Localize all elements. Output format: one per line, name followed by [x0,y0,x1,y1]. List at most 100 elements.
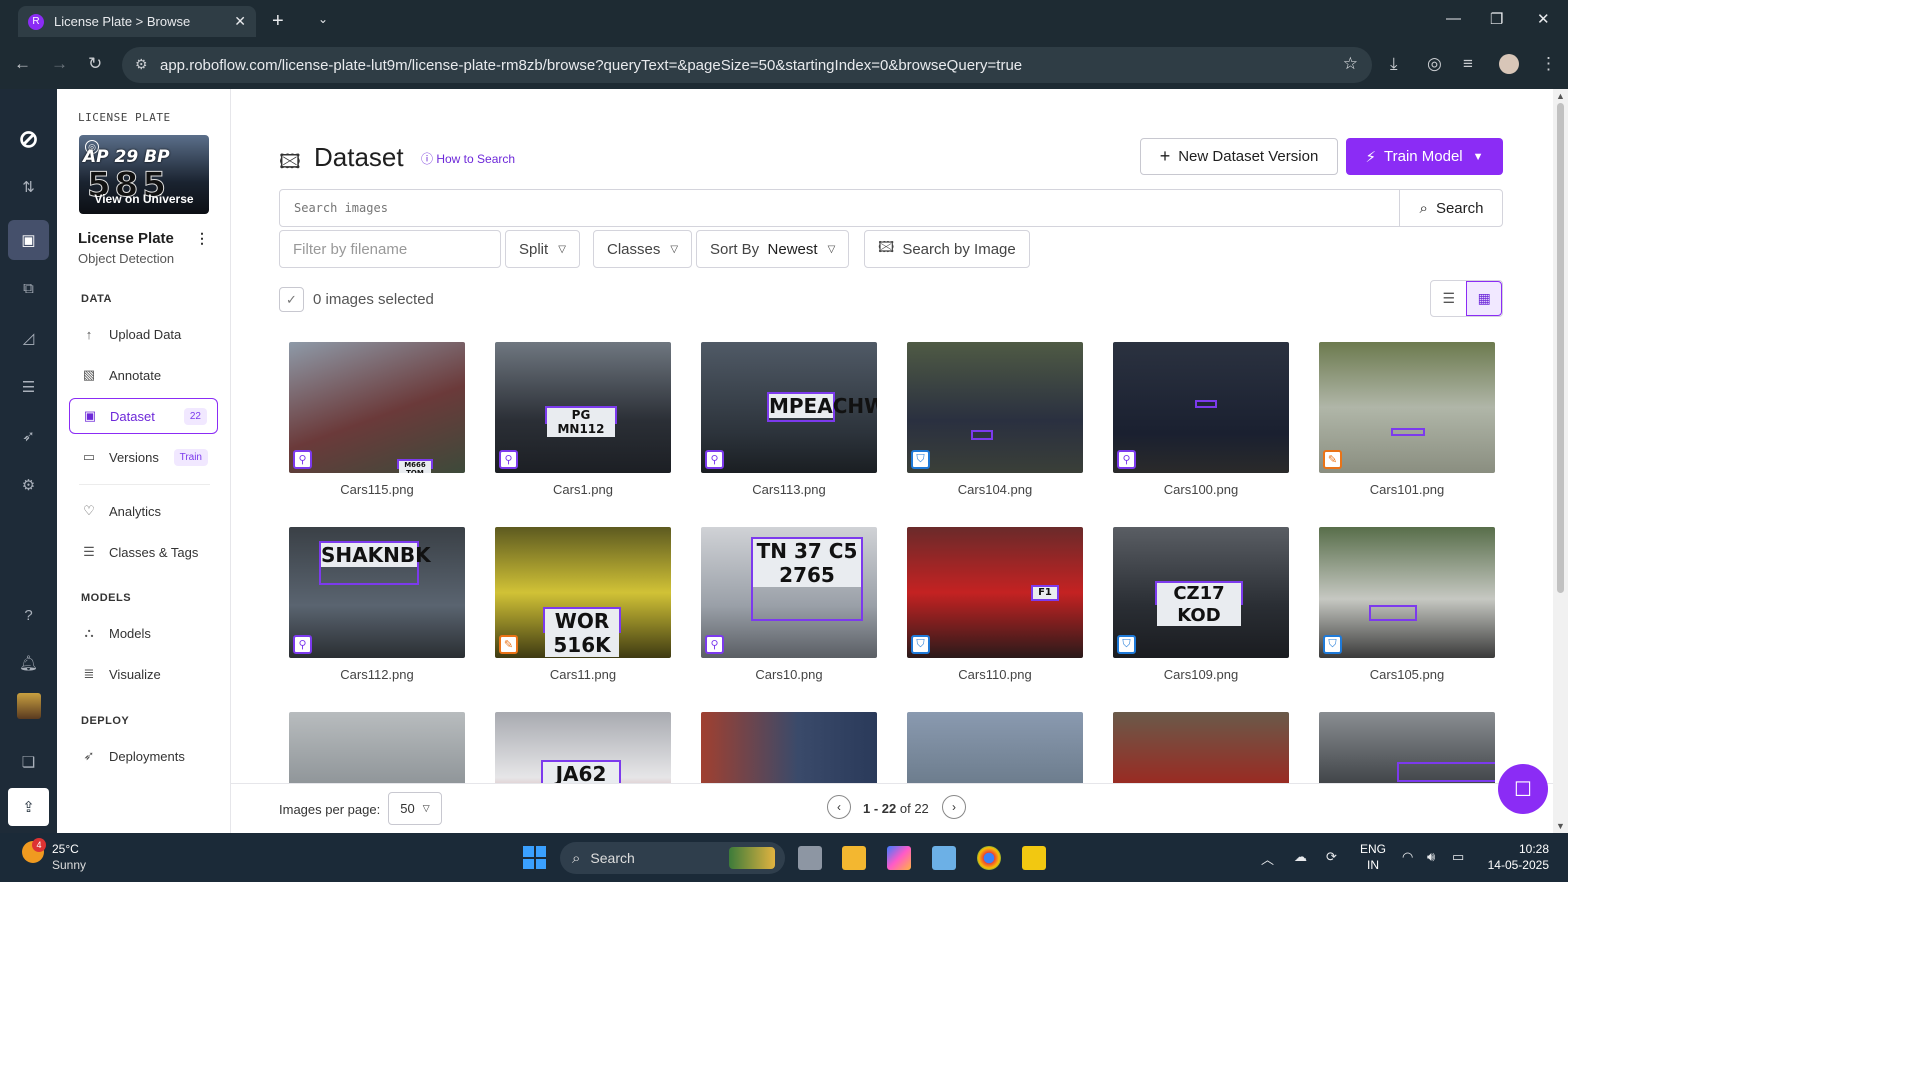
forward-icon[interactable]: → [51,54,68,74]
classes-dropdown[interactable]: Classes ▽ [593,230,693,268]
image-card[interactable]: ⚲ Cars100.png [1113,342,1289,497]
split-dropdown[interactable]: Split ▽ [505,230,580,268]
image-thumbnail[interactable] [1319,712,1495,783]
image-card[interactable]: ⛉ Cars104.png [907,342,1083,497]
onedrive-icon[interactable]: ☁ [1294,849,1307,865]
image-card[interactable]: SHAKNBK ⚲ Cars112.png [289,527,465,682]
image-card[interactable] [1113,712,1289,783]
show-hidden-icons[interactable]: ︿ [1261,849,1274,868]
tab-search-icon[interactable]: ⌄ [318,12,328,26]
sidebar-item-analytics[interactable]: ♡ Analytics [69,493,218,529]
image-card[interactable]: MPEACHW ⚲ Cars113.png [701,342,877,497]
extension-icon[interactable]: ◎ [1427,54,1442,74]
browser-menu-icon[interactable]: ⋮ [1540,54,1557,74]
close-window-icon[interactable]: ✕ [1537,10,1550,28]
sidebar-item-models[interactable]: ⛬ Models [69,615,218,651]
scroll-down-icon[interactable]: ▼ [1556,821,1565,831]
sidebar-item-annotate[interactable]: ▧ Annotate [69,357,218,393]
image-thumbnail[interactable] [1113,712,1289,783]
sidebar-item-classes-tags[interactable]: ☰ Classes & Tags [69,534,218,570]
image-thumbnail[interactable]: ⛉ [907,342,1083,473]
workspace-avatar[interactable] [17,693,41,719]
image-card[interactable]: JA62 UAR [495,712,671,783]
close-tab-icon[interactable]: ✕ [234,13,246,30]
monitoring-icon[interactable]: ◿ [0,329,57,347]
image-card[interactable]: WOR 516K ✎ Cars11.png [495,527,671,682]
upload-rail-button[interactable]: ⇪ [8,788,49,826]
new-dataset-version-button[interactable]: + New Dataset Version [1140,138,1338,175]
chrome-icon[interactable] [977,846,1001,870]
image-thumbnail[interactable]: PG MN112 ⚲ [495,342,671,473]
list-rail-icon[interactable]: ☰ [0,378,57,396]
list-view-icon[interactable]: ☰ [1431,281,1466,316]
image-card[interactable]: PG MN112 ⚲ Cars1.png [495,342,671,497]
image-thumbnail[interactable]: SHAKNBK ⚲ [289,527,465,658]
chat-support-button[interactable]: ☐ [1498,764,1548,814]
image-thumbnail[interactable]: WOR 516K ✎ [495,527,671,658]
image-thumbnail[interactable]: F1 ⛉ [907,527,1083,658]
sidebar-item-upload-data[interactable]: ↑ Upload Data [69,316,218,352]
page-scrollbar[interactable]: ▲ ▼ [1553,89,1568,833]
clock[interactable]: 10:28 14-05-2025 [1485,841,1549,873]
media-icon[interactable]: ≡ [1463,54,1473,74]
settings-rail-icon[interactable]: ⚙ [0,476,57,494]
image-thumbnail[interactable]: ✎ [1319,342,1495,473]
image-thumbnail[interactable]: TN 37 C5 2765 ⚲ [701,527,877,658]
file-explorer-icon[interactable] [842,846,866,870]
image-card[interactable]: F1 ⛉ Cars110.png [907,527,1083,682]
filename-filter-input[interactable]: Filter by filename [279,230,501,268]
image-card[interactable]: TN 37 C5 2765 ⚲ Cars10.png [701,527,877,682]
download-icon[interactable]: ⤓ [1390,54,1398,74]
image-card[interactable]: CZ17 KOD ⛉ Cars109.png [1113,527,1289,682]
image-thumbnail[interactable] [701,712,877,783]
image-thumbnail[interactable]: ⛉ [1319,527,1495,658]
per-page-select[interactable]: 50 ▽ [388,792,442,825]
project-menu-icon[interactable]: ⋮ [195,230,209,247]
next-page-button[interactable]: › [942,795,966,819]
back-icon[interactable]: ← [14,54,31,74]
image-card[interactable] [289,712,465,783]
sync-icon[interactable]: ⟳ [1326,849,1337,865]
search-by-image-button[interactable]: 🖾 Search by Image [864,230,1030,268]
search-input[interactable] [280,190,1399,226]
copilot-icon[interactable] [887,846,911,870]
image-thumbnail[interactable]: CZ17 KOD ⛉ [1113,527,1289,658]
workflows-icon[interactable]: ⧉ [0,280,57,297]
select-all-checkbox[interactable]: ✓ [279,287,304,312]
restore-icon[interactable]: ❐ [1490,10,1503,28]
prev-page-button[interactable]: ‹ [827,795,851,819]
dataset-rail-icon[interactable]: ▣ [8,220,49,260]
image-card[interactable]: ⛉ Cars105.png [1319,527,1495,682]
browser-tab[interactable]: R License Plate > Browse ✕ [18,6,256,37]
docs-icon[interactable]: ❏ [0,753,57,771]
image-thumbnail[interactable] [289,712,465,783]
scrollbar-thumb[interactable] [1557,103,1564,593]
help-icon[interactable]: ? [0,607,57,624]
image-thumbnail[interactable]: MPEACHW ⚲ [701,342,877,473]
scroll-up-icon[interactable]: ▲ [1556,91,1565,101]
how-to-search-link[interactable]: ⓘ How to Search [421,150,515,167]
site-info-icon[interactable]: ⚙ [135,56,148,73]
image-card[interactable] [701,712,877,783]
reload-icon[interactable]: ↻ [88,54,102,74]
profile-avatar[interactable] [1499,54,1519,74]
switch-project-icon[interactable]: ⇅ [0,178,57,196]
new-tab-icon[interactable]: + [272,10,284,33]
sort-dropdown[interactable]: Sort By Newest ▽ [696,230,850,268]
powerbi-icon[interactable] [1022,846,1046,870]
deploy-rail-icon[interactable]: ➶ [0,427,57,445]
windows-start-icon[interactable] [523,846,546,869]
image-card[interactable]: M666 TOM ⚲ Cars115.png [289,342,465,497]
grid-view-icon[interactable]: ▦ [1466,281,1502,316]
task-view-icon[interactable] [798,846,822,870]
taskbar-search[interactable]: ⌕ Search [560,842,785,874]
train-model-button[interactable]: ⚡︎ Train Model ▼ [1346,138,1503,175]
language-indicator[interactable]: ENG IN [1360,841,1386,873]
project-thumbnail[interactable]: ◎ AP 29 BP 585 View on Universe [79,135,209,214]
sidebar-item-deployments[interactable]: ➶ Deployments [69,738,218,774]
sidebar-item-visualize[interactable]: ≣ Visualize [69,656,218,692]
view-on-universe-link[interactable]: View on Universe [79,192,209,206]
sidebar-item-versions[interactable]: ▭ Versions Train [69,439,218,475]
photos-icon[interactable] [932,846,956,870]
image-thumbnail[interactable] [907,712,1083,783]
